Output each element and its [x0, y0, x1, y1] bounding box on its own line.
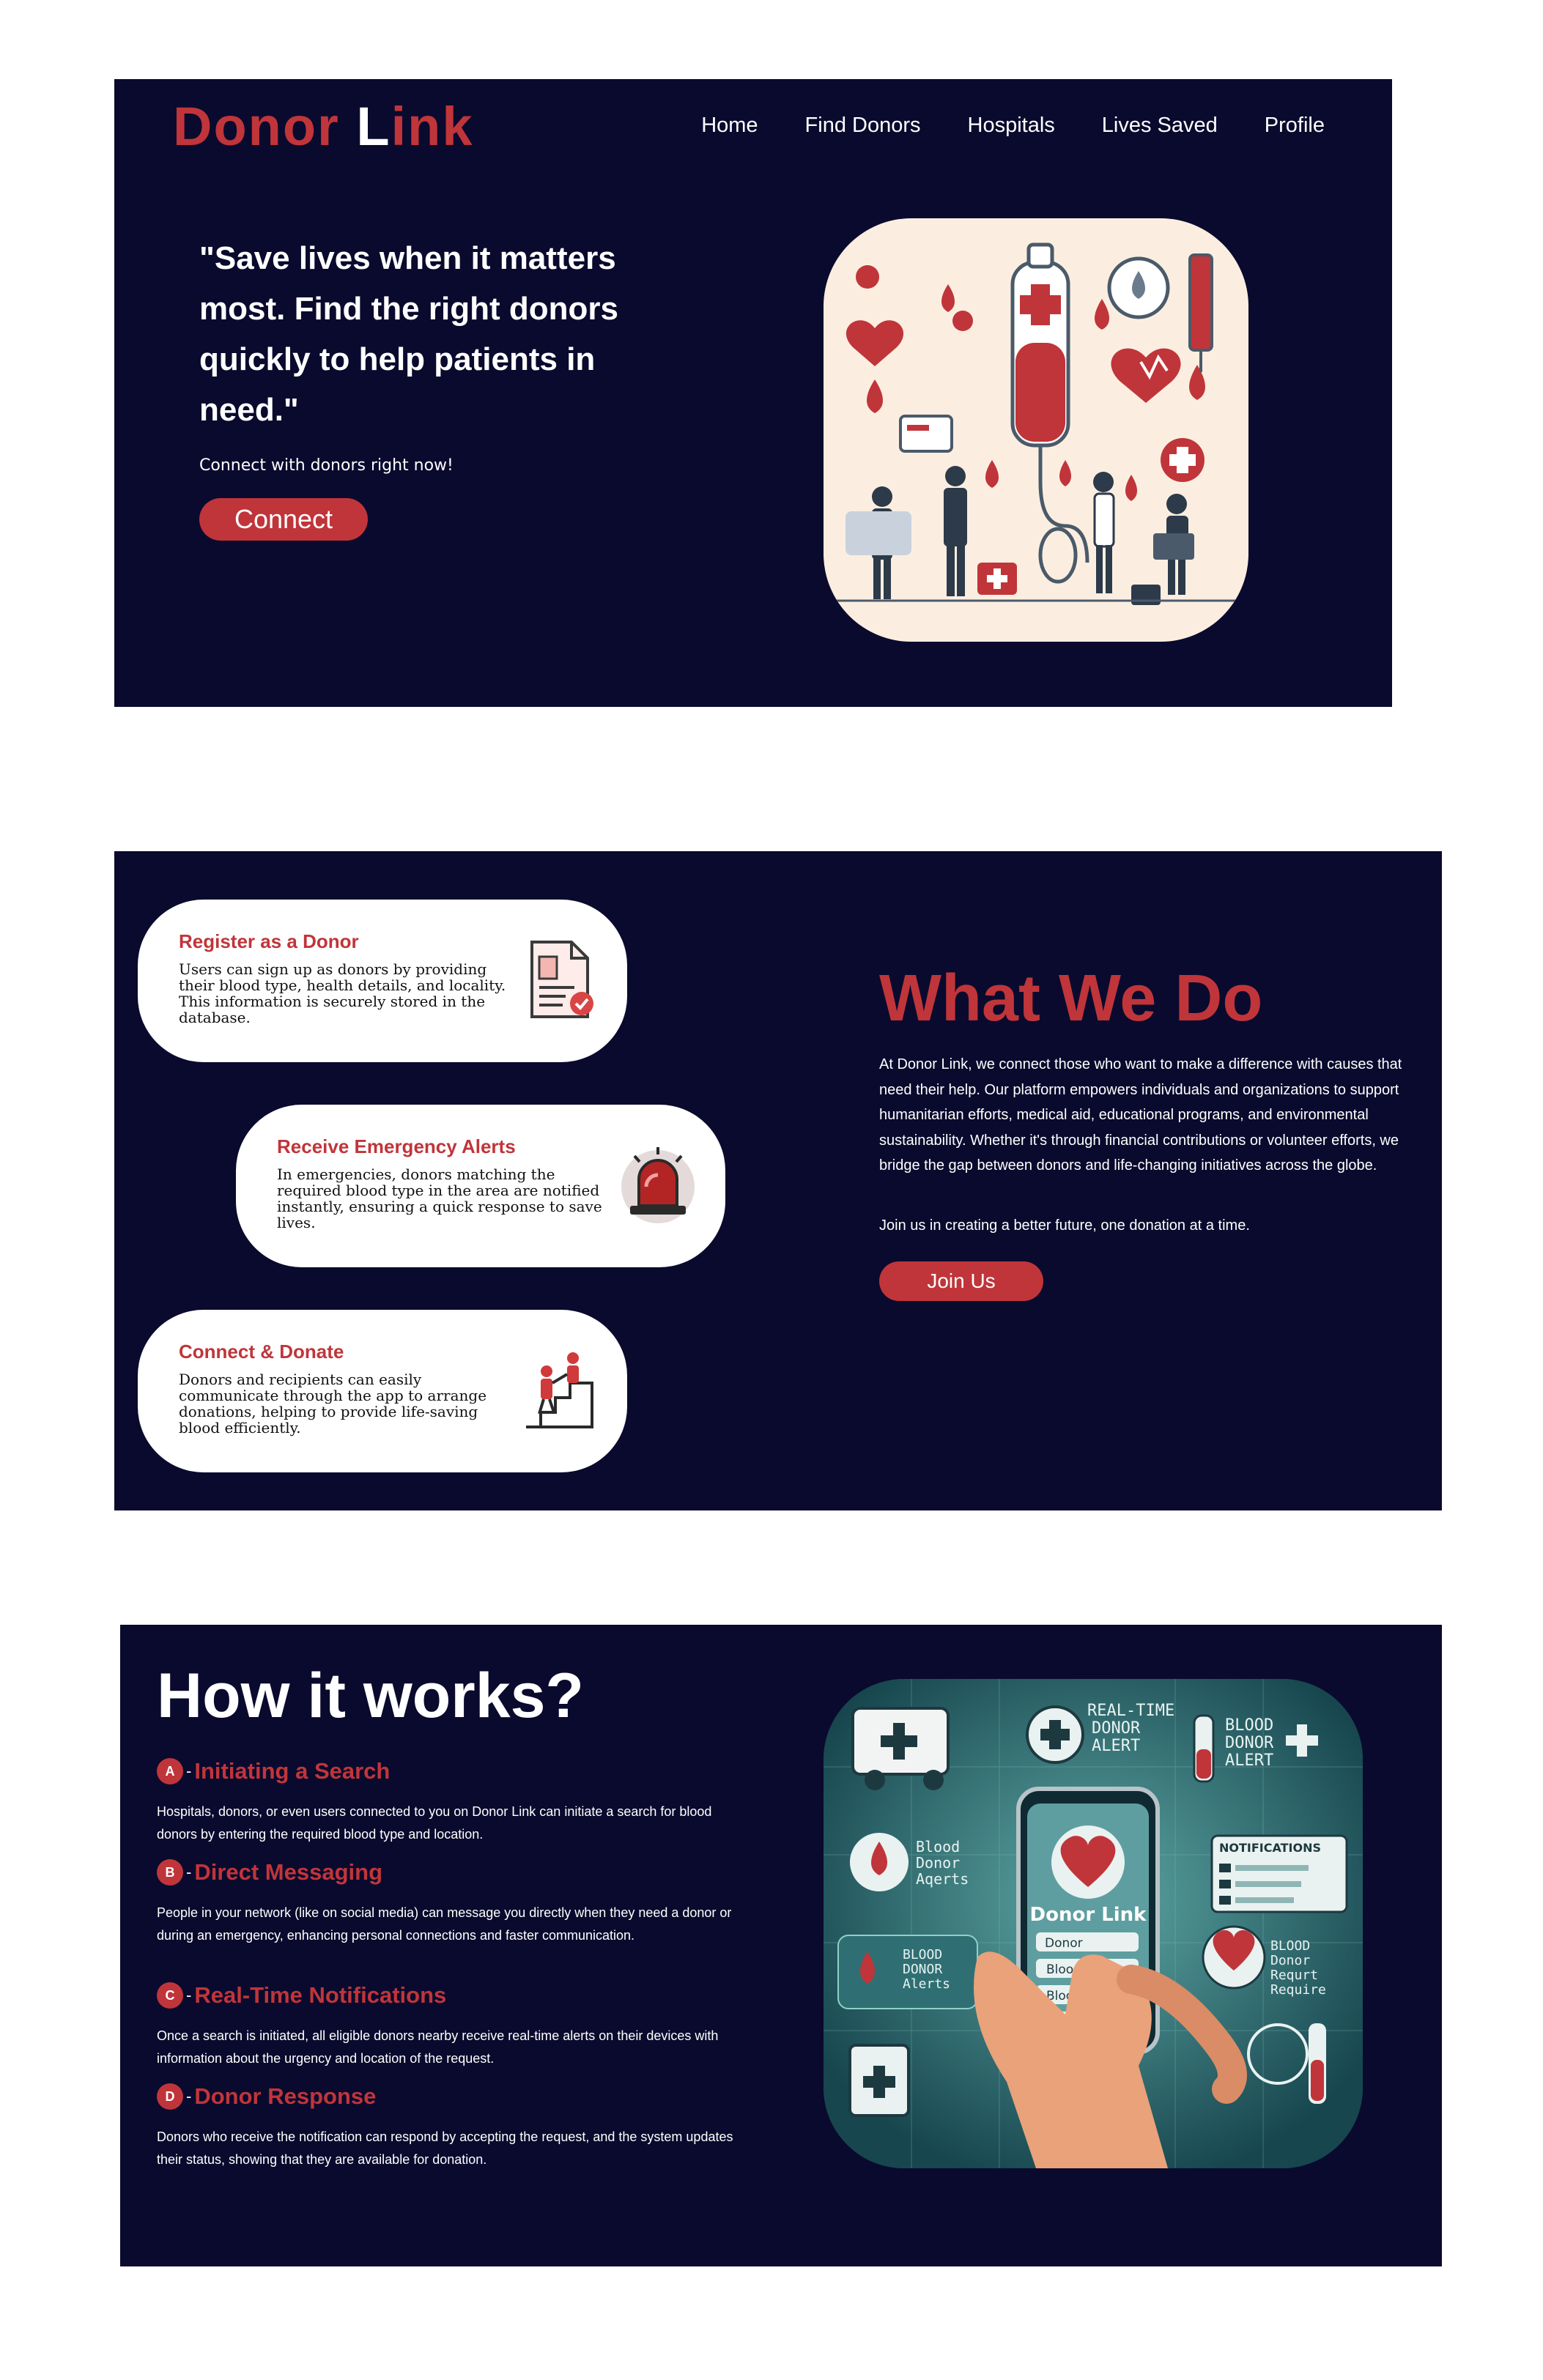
svg-text:ALERT: ALERT — [1092, 1737, 1140, 1755]
svg-text:BLOOD: BLOOD — [903, 1947, 942, 1962]
hero-subtext: Connect with donors right now! — [199, 456, 454, 475]
how-it-works-title: How it works? — [157, 1661, 584, 1731]
join-tagline: Join us in creating a better future, one… — [879, 1217, 1250, 1234]
step-letter-badge: D — [157, 2083, 183, 2110]
step-title: Donor Response — [194, 2083, 377, 2109]
svg-text:Donor: Donor — [916, 1854, 960, 1872]
donor-app-illustration-art: REAL-TIME DONOR ALERT BLOOD DONOR ALERT … — [824, 1679, 1363, 2168]
step-direct-messaging: B - Direct Messaging People in your netw… — [157, 1858, 743, 1947]
step-title: Real-Time Notifications — [194, 1982, 447, 2008]
feature-card-title: Connect & Donate — [179, 1341, 344, 1363]
step-text: Once a search is initiated, all eligible… — [157, 2028, 719, 2066]
illus-blood-alert-label: BLOOD — [1225, 1716, 1273, 1735]
illus-realtime-label: REAL-TIME — [1087, 1702, 1174, 1720]
join-us-button[interactable]: Join Us — [879, 1261, 1043, 1301]
climbing-people-icon — [526, 1352, 593, 1428]
svg-text:Alerts: Alerts — [903, 1976, 950, 1992]
svg-text:ALERT: ALERT — [1225, 1751, 1273, 1770]
illus-left-label-1: Blood — [916, 1838, 960, 1856]
step-separator: - — [186, 1762, 192, 1780]
hero-section: Donor Link Home Find Donors Hospitals Li… — [114, 79, 1392, 707]
svg-text:Requrt: Requrt — [1270, 1968, 1318, 1983]
step-title: Initiating a Search — [194, 1758, 391, 1784]
logo-text-l: L — [356, 96, 391, 157]
logo-text-ink: ink — [391, 96, 474, 157]
feature-card-text: Users can sign up as donors by providing… — [179, 960, 506, 1026]
step-letter-badge: B — [157, 1859, 183, 1886]
nav-home[interactable]: Home — [701, 114, 758, 138]
step-donor-response: D - Donor Response Donors who receive th… — [157, 2082, 743, 2171]
feature-card-text: Donors and recipients can easily communi… — [179, 1371, 487, 1436]
what-we-do-paragraph: At Donor Link, we connect those who want… — [879, 1056, 1402, 1174]
how-it-works-section: How it works? A - Initiating a Search Ho… — [120, 1625, 1442, 2266]
what-we-do-title: What We Do — [879, 962, 1263, 1035]
siren-icon — [621, 1147, 695, 1223]
svg-text:Require: Require — [1270, 1982, 1326, 1998]
illus-app-name: Donor Link — [1030, 1904, 1147, 1926]
illus-right-label: BLOOD — [1270, 1938, 1310, 1954]
connect-button[interactable]: Connect — [199, 498, 368, 541]
svg-text:DONOR: DONOR — [1225, 1734, 1274, 1752]
step-initiating-search: A - Initiating a Search Hospitals, donor… — [157, 1757, 743, 1846]
step-title: Direct Messaging — [194, 1859, 383, 1885]
nav-lives-saved[interactable]: Lives Saved — [1102, 114, 1218, 138]
step-separator: - — [186, 2087, 192, 2105]
step-realtime-notifications: C - Real-Time Notifications Once a searc… — [157, 1981, 743, 2070]
nav-find-donors[interactable]: Find Donors — [805, 114, 921, 138]
illus-notifications-label: NOTIFICATIONS — [1219, 1841, 1321, 1855]
donor-app-illustration: REAL-TIME DONOR ALERT BLOOD DONOR ALERT … — [824, 1679, 1363, 2168]
step-separator: - — [186, 1863, 192, 1881]
svg-text:Donor: Donor — [1270, 1953, 1310, 1968]
svg-text:Donor: Donor — [1045, 1936, 1083, 1951]
brand-logo[interactable]: Donor Link — [173, 95, 474, 157]
feature-card-title: Register as a Donor — [179, 930, 359, 952]
step-text: Hospitals, donors, or even users connect… — [157, 1804, 712, 1842]
svg-text:DONOR: DONOR — [903, 1962, 942, 1977]
nav-profile[interactable]: Profile — [1265, 114, 1325, 138]
feature-card-connect: Connect & Donate Donors and recipients c… — [138, 1310, 627, 1472]
step-text: People in your network (like on social m… — [157, 1905, 732, 1943]
logo-text-donor: Donor — [173, 96, 357, 157]
feature-card-text: In emergencies, donors matching the requ… — [277, 1165, 602, 1231]
step-separator: - — [186, 1986, 192, 2004]
step-text: Donors who receive the notification can … — [157, 2129, 733, 2167]
svg-text:DONOR: DONOR — [1092, 1719, 1141, 1738]
hero-quote: "Save lives when it matters most. Find t… — [199, 240, 618, 428]
feature-card-alerts: Receive Emergency Alerts In emergencies,… — [236, 1105, 725, 1267]
step-letter-badge: A — [157, 1758, 183, 1784]
feature-card-register: Register as a Donor Users can sign up as… — [138, 900, 627, 1062]
feature-card-title: Receive Emergency Alerts — [277, 1135, 516, 1157]
what-we-do-section: Register as a Donor Users can sign up as… — [114, 851, 1442, 1510]
main-nav: Home Find Donors Hospitals Lives Saved P… — [701, 114, 1325, 138]
blood-donation-illustration-art — [824, 242, 1248, 605]
blood-donation-illustration — [824, 218, 1248, 642]
step-letter-badge: C — [157, 1982, 183, 2009]
svg-text:Aqerts: Aqerts — [916, 1870, 969, 1888]
document-check-icon — [530, 941, 593, 1018]
nav-hospitals[interactable]: Hospitals — [968, 114, 1055, 138]
